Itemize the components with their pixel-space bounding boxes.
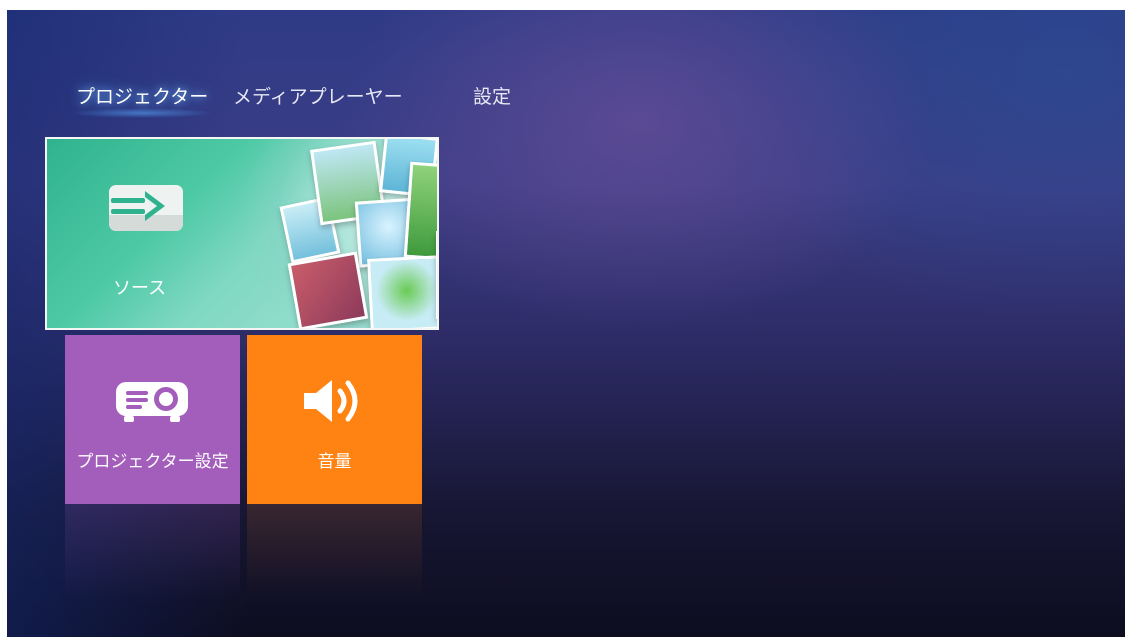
tab-projector[interactable]: プロジェクター: [69, 80, 215, 118]
tab-settings[interactable]: 設定: [473, 80, 511, 114]
tab-media-player[interactable]: メディアプレーヤー: [233, 80, 403, 114]
photo-thumbnail: [287, 251, 369, 328]
photo-thumbnail: [403, 161, 437, 261]
tile-reflection: [247, 504, 422, 599]
projector-settings-tile[interactable]: プロジェクター設定: [65, 335, 240, 504]
launcher-screen: プロジェクター メディアプレーヤー 設定 ソース プロジェクター設定 音量: [7, 10, 1125, 637]
source-tile[interactable]: ソース: [45, 137, 439, 330]
volume-label: 音量: [317, 452, 352, 472]
projector-settings-label: プロジェクター設定: [76, 452, 229, 472]
source-tile-label: ソース: [113, 278, 167, 299]
tile-reflection: [65, 504, 240, 599]
source-input-icon: [109, 185, 183, 231]
photo-thumbnail: [436, 231, 437, 319]
speaker-volume-icon: [302, 377, 368, 429]
volume-tile[interactable]: 音量: [247, 335, 422, 504]
projector-icon: [114, 376, 192, 430]
photo-thumbnail: [367, 255, 437, 328]
